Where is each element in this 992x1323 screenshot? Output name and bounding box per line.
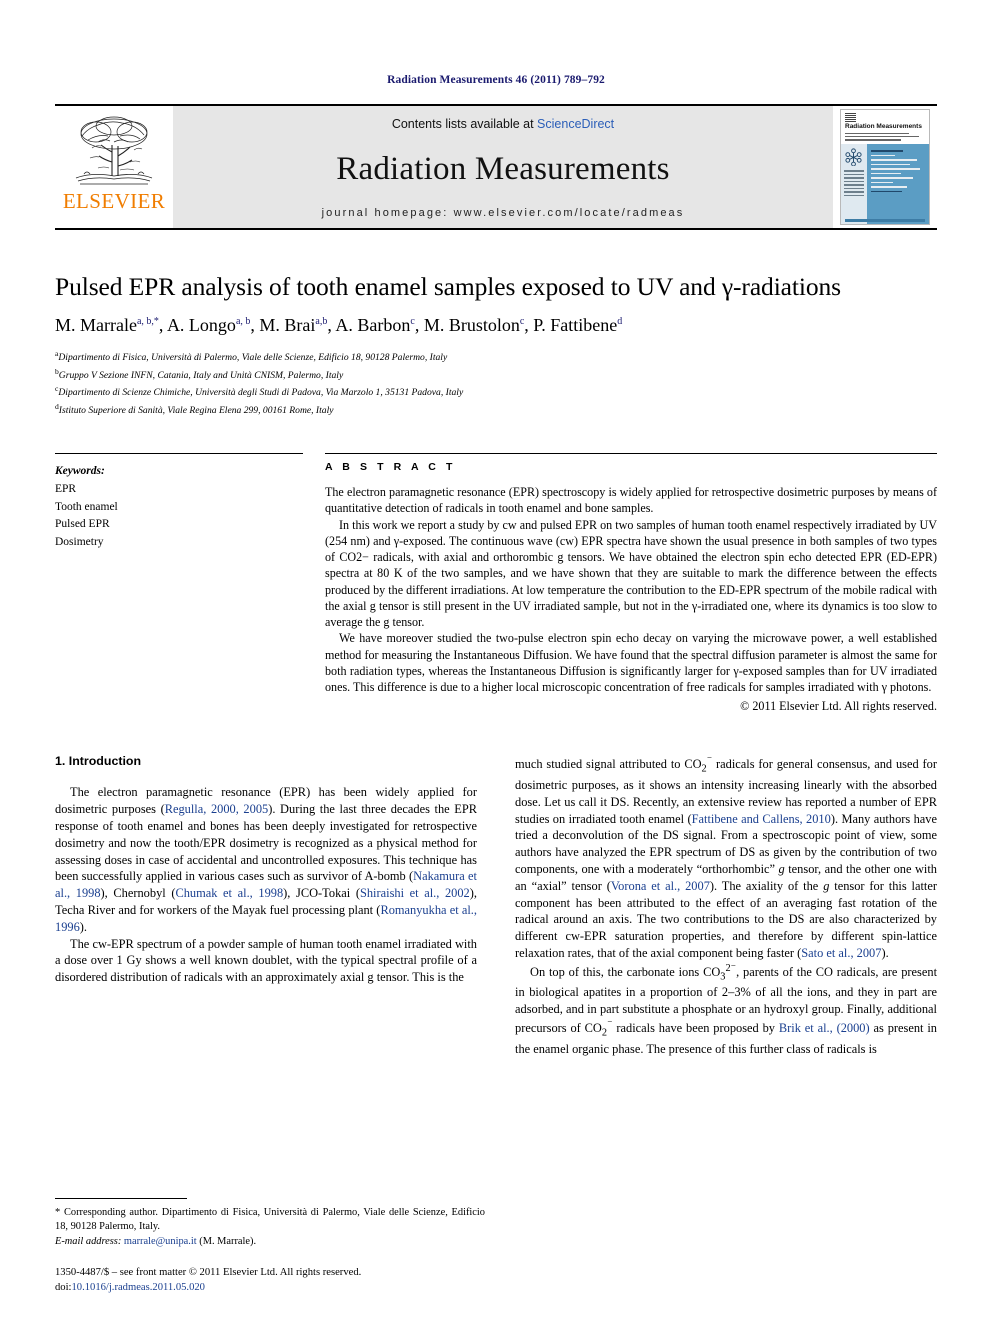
contents-lists-line: Contents lists available at ScienceDirec…	[392, 117, 614, 131]
section-heading-introduction: 1. Introduction	[55, 754, 142, 769]
author-item: P. Fattibened	[533, 315, 622, 335]
issn-line: 1350-4487/$ – see front matter © 2011 El…	[55, 1266, 362, 1278]
abstract-block: A B S T R A C T The electron paramagneti…	[325, 452, 937, 714]
citation-link[interactable]: Fattibene and Callens, 2010	[692, 812, 831, 826]
author-name: M. Brai	[259, 315, 316, 336]
affiliation-text: Istituto Superiore di Sanità, Viale Regi…	[58, 405, 334, 417]
author-list: M. Marralea, b,*, A. Longoa, b, M. Braia…	[55, 315, 623, 336]
author-name: A. Barbon	[335, 315, 411, 336]
intro-paragraph: much studied signal attributed to CO2⁻ r…	[515, 755, 937, 960]
intro-paragraph: The cw-EPR spectrum of a powder sample o…	[55, 936, 477, 985]
affiliation-text: Dipartimento di Scienze Chimiche, Univer…	[58, 387, 464, 399]
paper-title: Pulsed EPR analysis of tooth enamel samp…	[55, 272, 841, 301]
cover-title: Radiation Measurements	[845, 123, 922, 130]
citation-link[interactable]: Regulla, 2000, 2005	[165, 802, 269, 816]
abstract-paragraph: The electron paramagnetic resonance (EPR…	[325, 484, 937, 516]
citation-link[interactable]: Chumak et al., 1998	[175, 886, 283, 900]
affiliation-text: Dipartimento di Fisica, Università di Pa…	[58, 352, 448, 364]
citation-link[interactable]: Shiraishi et al., 2002	[360, 886, 470, 900]
doi-link[interactable]: 10.1016/j.radmeas.2011.05.020	[71, 1282, 204, 1293]
body-columns: 1. Introduction The electron paramagneti…	[55, 754, 937, 1057]
affiliation-item: dIstituto Superiore di Sanità, Viale Reg…	[55, 401, 937, 419]
affiliation-list: aDipartimento di Fisica, Università di P…	[55, 348, 937, 419]
citation-link[interactable]: Romanyukha et al., 1996	[55, 903, 477, 934]
author-affil-mark: a, b	[235, 316, 251, 328]
author-affil-mark: a,b	[315, 316, 328, 328]
author-name: M. Brustolon	[423, 315, 520, 336]
email-note: E-mail address: marrale@unipa.it (M. Mar…	[55, 1235, 485, 1250]
keyword-item: Pulsed EPR	[55, 518, 110, 531]
author-item: A. Barbonc	[335, 315, 414, 335]
right-column: much studied signal attributed to CO2⁻ r…	[515, 754, 937, 1057]
corresponding-mark: *	[55, 1206, 61, 1218]
masthead-center: Contents lists available at ScienceDirec…	[173, 106, 833, 228]
intro-paragraph: The electron paramagnetic resonance (EPR…	[55, 785, 477, 934]
intro-paragraph: On top of this, the carbonate ions CO32⁻…	[515, 962, 938, 1056]
citation-link[interactable]: Sato et al., 2007	[801, 946, 881, 960]
abstract-rule	[325, 452, 937, 454]
cover-footer-bar	[845, 219, 925, 222]
abstract-paragraph: We have moreover studied the two-pulse e…	[325, 631, 937, 695]
affiliation-item: cDipartimento di Scienze Chimiche, Unive…	[55, 383, 937, 401]
keywords-rule	[55, 452, 303, 454]
cover-molecule-icon	[845, 148, 862, 166]
journal-title: Radiation Measurements	[336, 150, 670, 187]
author-name: P. Fattibene	[533, 315, 618, 336]
email-link[interactable]: marrale@unipa.it	[124, 1236, 197, 1247]
left-column: 1. Introduction The electron paramagneti…	[55, 754, 477, 1057]
sciencedirect-link[interactable]: ScienceDirect	[537, 117, 614, 131]
abstract-paragraph: In this work we report a study by cw and…	[325, 517, 937, 630]
cover-publisher-mark	[845, 113, 856, 122]
journal-homepage-link[interactable]: journal homepage: www.elsevier.com/locat…	[322, 207, 685, 219]
contents-prefix: Contents lists available at	[391, 117, 538, 131]
keywords-block: Keywords: EPR Tooth enamel Pulsed EPR Do…	[55, 452, 303, 714]
abstract-copyright: © 2011 Elsevier Ltd. All rights reserved…	[740, 699, 937, 714]
footnote-rule	[55, 1197, 187, 1199]
doi-label: doi:	[55, 1281, 72, 1293]
author-name: M. Marrale	[55, 315, 137, 336]
citation-link[interactable]: Brik et al., (2000)	[779, 1021, 870, 1035]
email-suffix: (M. Marrale).	[199, 1236, 257, 1248]
elsevier-logo: ELSEVIER	[55, 106, 173, 228]
author-affil-mark: c	[410, 316, 415, 328]
author-item: A. Longoa, b	[167, 315, 250, 335]
imprint-block: 1350-4487/$ – see front matter © 2011 El…	[55, 1265, 495, 1295]
journal-cover-thumbnail: Radiation Measurements	[833, 106, 937, 228]
corresponding-text: Corresponding author. Dipartimento di Fi…	[55, 1206, 485, 1233]
author-affil-mark: d	[617, 316, 623, 328]
author-affil-mark: a, b,*	[136, 316, 159, 328]
author-name: A. Longo	[166, 315, 236, 336]
doi-line: doi:10.1016/j.radmeas.2011.05.020	[55, 1280, 495, 1295]
author-affil-mark: c	[519, 316, 525, 328]
journal-masthead: ELSEVIER Contents lists available at Sci…	[55, 104, 937, 230]
author-item: M. Braia,b	[259, 315, 327, 335]
affiliation-item: bGruppo V Sezione INFN, Catania, Italy a…	[55, 366, 937, 384]
title-block: Pulsed EPR analysis of tooth enamel samp…	[55, 272, 937, 419]
keyword-item: Dosimetry	[55, 536, 104, 549]
affiliation-item: aDipartimento di Fisica, Università di P…	[55, 348, 937, 366]
citation-link[interactable]: Vorona et al., 2007	[611, 879, 710, 893]
affiliation-text: Gruppo V Sezione INFN, Catania, Italy an…	[58, 369, 344, 381]
abstract-section: Keywords: EPR Tooth enamel Pulsed EPR Do…	[55, 452, 937, 714]
elsevier-wordmark: ELSEVIER	[62, 189, 166, 213]
email-label: E-mail address:	[55, 1236, 122, 1248]
elsevier-tree-icon	[75, 116, 153, 185]
abstract-heading: A B S T R A C T	[325, 460, 456, 473]
abstract-body: The electron paramagnetic resonance (EPR…	[325, 484, 937, 695]
keywords-heading: Keywords:	[55, 464, 105, 477]
corresponding-author-note: * Corresponding author. Dipartimento di …	[55, 1206, 485, 1236]
author-item: M. Brustolonc	[424, 315, 524, 335]
keyword-item: EPR	[55, 482, 77, 495]
running-head: Radiation Measurements 46 (2011) 789–792	[387, 74, 605, 86]
cover-subtitle	[845, 132, 925, 141]
author-item: M. Marralea, b,*	[55, 315, 159, 335]
keyword-item: Tooth enamel	[55, 500, 118, 513]
footnote-block: * Corresponding author. Dipartimento di …	[55, 1197, 485, 1250]
article-first-page: Radiation Measurements 46 (2011) 789–792	[0, 0, 992, 1323]
